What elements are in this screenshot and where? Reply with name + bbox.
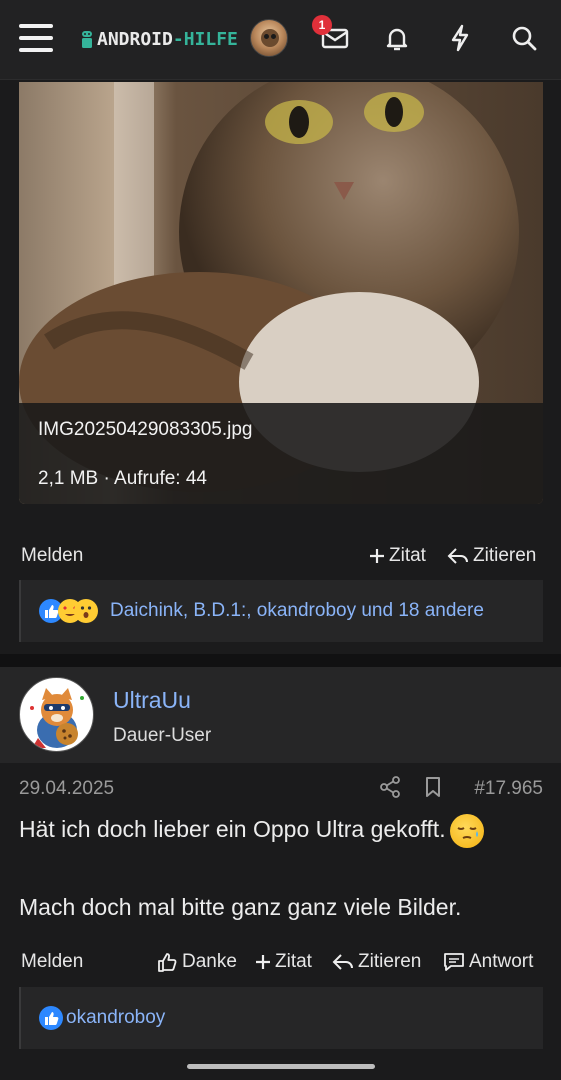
home-indicator[interactable] [187, 1064, 375, 1069]
post-meta: 29.04.2025 #17.965 [19, 776, 543, 802]
inbox-badge: 1 [312, 15, 332, 35]
reactions-bar-2[interactable]: okandroboy [19, 987, 543, 1049]
reaction-users-link[interactable]: okandroboy [66, 1007, 165, 1029]
user-avatar[interactable] [250, 19, 288, 57]
author-username[interactable]: UltraUu [113, 687, 191, 714]
wow-reaction-icon [74, 599, 98, 623]
share-icon[interactable] [379, 776, 401, 798]
top-header: ANDROID - HILFE 1 [0, 0, 561, 80]
bookmark-icon[interactable] [423, 776, 443, 798]
android-robot-icon [82, 31, 92, 48]
author-title: Dauer-User [113, 725, 212, 746]
quote-add-button[interactable]: Zitat [255, 951, 312, 973]
quote-button[interactable]: Zitieren [332, 951, 421, 973]
like-button[interactable]: Danke [156, 951, 237, 973]
bolt-icon[interactable] [444, 22, 476, 54]
quote-add-button[interactable]: Zitat [369, 545, 426, 567]
logo-text-hilfe: HILFE [183, 28, 238, 50]
search-icon[interactable] [508, 22, 540, 54]
attachment-image[interactable]: IMG20250429083305.jpg 2,1 MB · Aufrufe: … [19, 82, 543, 504]
reply-button[interactable]: Antwort [443, 951, 533, 973]
attachment-filename: IMG20250429083305.jpg [38, 419, 253, 440]
bell-icon[interactable] [381, 22, 413, 54]
post-line-2: Mach doch mal bitte ganz ganz viele Bild… [19, 893, 462, 920]
site-logo[interactable]: ANDROID - HILFE [81, 24, 238, 54]
reply-arrow-icon [447, 548, 468, 564]
reactions-bar[interactable]: Daichink, B.D.1:, okandroboy und 18 ande… [19, 580, 543, 642]
hamburger-menu-icon[interactable] [19, 24, 53, 52]
reaction-users-link[interactable]: Daichink, B.D.1:, okandroboy und 18 ande… [110, 600, 484, 622]
post-actions-2: Melden Danke Zitat Zitieren Antwort [19, 945, 543, 981]
comment-icon [444, 953, 464, 971]
post-line-1: Hät ich doch lieber ein Oppo Ultra gekof… [19, 813, 543, 848]
logo-text-dash: - [172, 28, 184, 50]
post-date[interactable]: 29.04.2025 [19, 778, 114, 800]
plus-icon [256, 955, 270, 969]
reply-arrow-icon [332, 954, 353, 970]
author-avatar[interactable] [19, 677, 94, 752]
like-reaction-icon [39, 1006, 63, 1030]
post-actions: Melden Zitat Zitieren [19, 539, 543, 575]
report-button[interactable]: Melden [21, 951, 83, 973]
plus-icon [370, 549, 384, 563]
post-number[interactable]: #17.965 [474, 778, 543, 800]
quote-button[interactable]: Zitieren [447, 545, 536, 567]
attachment-meta: 2,1 MB · Aufrufe: 44 [38, 468, 207, 489]
logo-text-android: ANDROID [97, 28, 173, 50]
post-author-header: UltraUu Dauer-User [0, 667, 561, 763]
post-content: Hät ich doch lieber ein Oppo Ultra gekof… [19, 813, 543, 923]
thumbs-up-icon [158, 953, 177, 972]
sad-face-emoji-icon [449, 813, 484, 848]
report-button[interactable]: Melden [21, 545, 83, 567]
post-divider [0, 654, 561, 667]
attachment-info: IMG20250429083305.jpg 2,1 MB · Aufrufe: … [19, 403, 543, 504]
